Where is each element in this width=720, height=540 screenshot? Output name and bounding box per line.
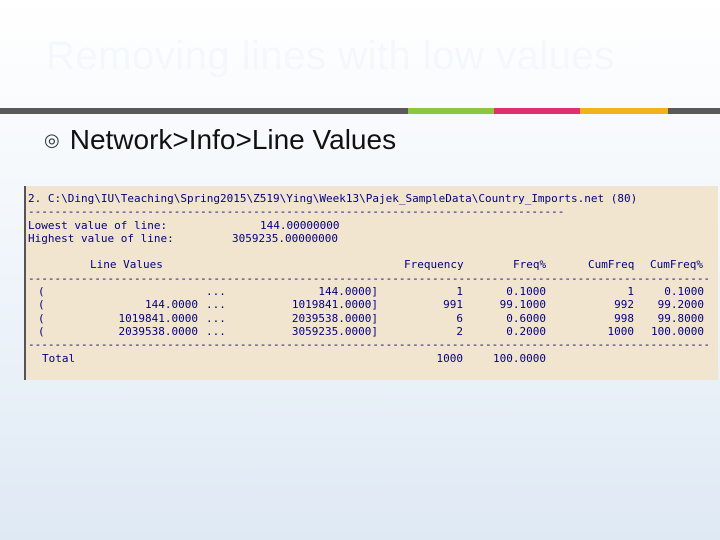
row-high: 1019841.0000] bbox=[291, 298, 378, 312]
lowest-value-row: Lowest value of line: 144.00000000 bbox=[28, 219, 718, 232]
lowest-value: 144.00000000 bbox=[260, 218, 340, 232]
lowest-label: Lowest value of line: bbox=[28, 218, 168, 232]
header-cum-freq: CumFreq bbox=[588, 258, 635, 272]
table-row: ( 1019841.0000 ... 2039538.0000] 6 0.600… bbox=[28, 312, 718, 325]
separator: ----------------------------------------… bbox=[28, 205, 563, 219]
row-dots: ... bbox=[206, 298, 226, 312]
header-freq-pct: Freq% bbox=[513, 258, 547, 272]
table-header: Line Values Frequency Freq% CumFreq CumF… bbox=[28, 258, 718, 271]
row-freq-pct: 0.6000 bbox=[506, 311, 546, 325]
header-cum-freq-pct: CumFreq% bbox=[650, 258, 703, 272]
bullet-item: ◎ Network>Info>Line Values bbox=[44, 124, 396, 156]
total-freq-pct: 100.0000 bbox=[493, 351, 546, 365]
header-line-values: Line Values bbox=[90, 258, 163, 272]
divider-yellow bbox=[580, 108, 668, 114]
row-low: 144.0000 bbox=[145, 298, 198, 312]
row-open: ( bbox=[38, 324, 45, 338]
row-open: ( bbox=[38, 285, 45, 299]
table-row: ( ... 144.0000] 1 0.1000 1 0.1000 bbox=[28, 285, 718, 298]
separator: ----------------------------------------… bbox=[28, 271, 708, 285]
row-low: 1019841.0000 bbox=[118, 311, 198, 325]
row-cum: 1000 bbox=[607, 324, 635, 338]
bullet-text: Network>Info>Line Values bbox=[69, 124, 397, 155]
row-cum-pct: 0.1000 bbox=[664, 285, 704, 299]
slide-title: Removing lines with low values bbox=[46, 34, 615, 78]
separator: ----------------------------------------… bbox=[28, 338, 708, 352]
row-open: ( bbox=[38, 311, 45, 325]
row-freq: 1 bbox=[456, 285, 463, 299]
total-row: Total 1000 100.0000 bbox=[28, 352, 718, 365]
total-freq: 1000 bbox=[436, 351, 464, 365]
row-cum: 1 bbox=[627, 285, 634, 299]
circle-bullet-icon: ◎ bbox=[44, 130, 60, 150]
row-freq: 2 bbox=[456, 324, 463, 338]
row-dots: ... bbox=[206, 311, 226, 325]
divider-pink bbox=[494, 108, 580, 114]
row-cum: 992 bbox=[614, 298, 634, 312]
row-freq-pct: 0.2000 bbox=[506, 324, 546, 338]
divider-gray-end bbox=[668, 108, 720, 114]
row-high: 2039538.0000] bbox=[291, 311, 378, 325]
pajek-report-screenshot: 2. C:\Ding\IU\Teaching\Spring2015\Z519\Y… bbox=[24, 186, 718, 380]
row-freq-pct: 99.1000 bbox=[499, 298, 546, 312]
row-dots: ... bbox=[206, 285, 226, 299]
divider-gray bbox=[0, 108, 408, 114]
highest-label: Highest value of line: bbox=[28, 231, 174, 245]
row-freq-pct: 0.1000 bbox=[506, 285, 546, 299]
row-cum-pct: 99.8000 bbox=[657, 311, 704, 325]
table-row: ( 144.0000 ... 1019841.0000] 991 99.1000… bbox=[28, 298, 718, 311]
row-high: 3059235.0000] bbox=[291, 324, 378, 338]
row-dots: ... bbox=[206, 324, 226, 338]
table-row: ( 2039538.0000 ... 3059235.0000] 2 0.200… bbox=[28, 325, 718, 338]
highest-value: 3059235.00000000 bbox=[232, 231, 338, 245]
row-low: 2039538.0000 bbox=[118, 324, 198, 338]
header-frequency: Frequency bbox=[404, 258, 464, 272]
total-label: Total bbox=[42, 351, 76, 365]
row-cum-pct: 99.2000 bbox=[657, 298, 704, 312]
row-cum-pct: 100.0000 bbox=[651, 324, 704, 338]
divider-green bbox=[408, 108, 494, 114]
row-freq: 6 bbox=[456, 311, 463, 325]
row-open: ( bbox=[38, 298, 45, 312]
row-high: 144.0000] bbox=[318, 285, 378, 299]
row-cum: 998 bbox=[614, 311, 634, 325]
report-path-line: 2. C:\Ding\IU\Teaching\Spring2015\Z519\Y… bbox=[28, 192, 638, 205]
highest-value-row: Highest value of line: 3059235.00000000 bbox=[28, 232, 718, 245]
row-freq: 991 bbox=[443, 298, 463, 312]
